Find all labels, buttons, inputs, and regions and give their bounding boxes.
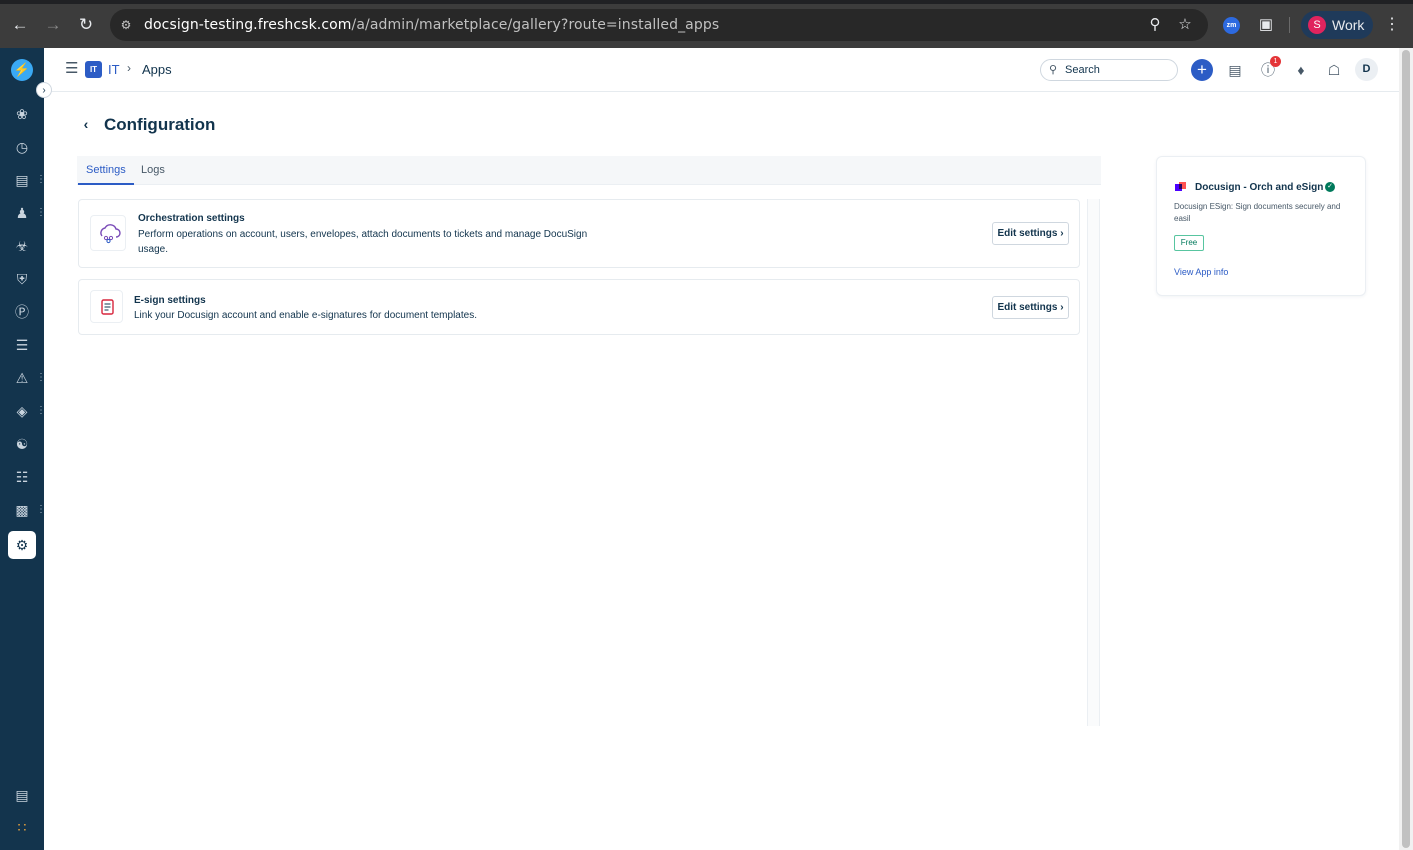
orchestration-cloud-icon — [90, 215, 126, 251]
edit-orchestration-settings-button[interactable]: Edit settings › — [992, 222, 1069, 245]
orchestration-settings-card: Orchestration settings Perform operation… — [78, 199, 1080, 268]
breadcrumb-chevron-icon: › — [127, 61, 131, 75]
site-info-icon[interactable]: ⚙ — [118, 17, 134, 33]
workspace-badge[interactable]: IT — [85, 61, 102, 78]
shield-icon[interactable]: ⛨ — [12, 269, 32, 289]
alerts-more-icon[interactable]: ⋮ — [36, 372, 46, 384]
breadcrumb-current: Apps — [142, 62, 172, 77]
docusign-logo-icon — [1175, 182, 1186, 191]
admin-settings-gear-icon[interactable]: ⚙ — [8, 531, 36, 559]
profile-button[interactable]: S Work — [1301, 11, 1373, 39]
announcements-icon[interactable]: ▤ — [1224, 59, 1246, 81]
view-app-info-link[interactable]: View App info — [1174, 267, 1228, 277]
search-input[interactable] — [1065, 62, 1173, 78]
browser-chrome: ← → ↻ ⚙ docsign-testing.freshcsk.com/a/a… — [0, 0, 1413, 48]
marketplace-store-icon[interactable]: ☖ — [1323, 59, 1345, 81]
browser-menu-icon[interactable]: ⋮ — [1384, 14, 1400, 36]
app-info-card: Docusign - Orch and eSign ✓ Docusign ESi… — [1156, 156, 1366, 296]
workspace-name-link[interactable]: IT — [108, 62, 120, 77]
bookmark-star-icon[interactable]: ☆ — [1176, 16, 1194, 34]
card-title: Orchestration settings — [138, 213, 245, 224]
layers-more-icon[interactable]: ⋮ — [36, 405, 46, 417]
card-description: Link your Docusign account and enable e-… — [134, 310, 477, 321]
ai-agents-icon[interactable]: ❀ — [12, 104, 32, 124]
verified-check-icon: ✓ — [1325, 182, 1335, 192]
back-arrow-icon[interactable]: ← — [9, 14, 31, 36]
user-avatar[interactable]: D — [1355, 58, 1378, 81]
bug-icon[interactable]: ☣ — [12, 236, 32, 256]
support-icon[interactable]: ☯ — [12, 434, 32, 454]
alert-triangle-icon[interactable]: ⚠ — [12, 368, 32, 388]
profile-avatar: S — [1308, 16, 1326, 34]
card-title: E-sign settings — [134, 295, 206, 306]
url-path: /a/admin/marketplace/gallery?route=insta… — [351, 17, 720, 33]
page-title: Configuration — [104, 115, 216, 134]
profile-label: Work — [1332, 17, 1365, 33]
content-scrollbar[interactable] — [1087, 199, 1100, 726]
freshservice-logo-icon[interactable]: ⚡ — [11, 59, 33, 81]
help-notification-badge: 1 — [1270, 56, 1281, 67]
expand-nav-chevron-icon[interactable]: › — [36, 82, 52, 98]
dashboard-icon[interactable]: ◷ — [12, 137, 32, 157]
zoom-icon[interactable]: ⚲ — [1146, 16, 1164, 34]
back-chevron-icon[interactable]: ‹ — [78, 116, 94, 132]
zoom-extension-icon[interactable]: zm — [1223, 17, 1240, 34]
tab-strip — [0, 0, 1413, 4]
page-scrollbar[interactable] — [1399, 48, 1413, 850]
app-name: Docusign - Orch and eSign — [1195, 182, 1324, 193]
page-scrollbar-thumb[interactable] — [1402, 50, 1410, 848]
forward-arrow-icon[interactable]: → — [42, 14, 64, 36]
contacts-more-icon[interactable]: ⋮ — [36, 207, 46, 219]
hamburger-menu-icon[interactable]: ☰ — [65, 61, 79, 77]
layers-icon[interactable]: ◈ — [12, 401, 32, 421]
url-host: docsign-testing.freshcsk.com — [144, 17, 352, 33]
new-item-plus-button[interactable]: + — [1191, 59, 1213, 81]
app-header: ☰ IT IT › Apps ⚲ + ▤ ⓘ 1 ♦ ☖ D — [44, 48, 1399, 92]
billing-icon[interactable]: Ⓟ — [12, 302, 32, 322]
reports-icon[interactable]: ▩ — [12, 500, 32, 520]
apps-grid-icon[interactable]: ∷ — [12, 817, 32, 837]
contacts-icon[interactable]: ♟ — [12, 203, 32, 223]
tickets-more-icon[interactable]: ⋮ — [36, 174, 46, 186]
reload-icon[interactable]: ↻ — [75, 14, 97, 36]
tab-logs[interactable]: Logs — [133, 156, 173, 185]
book-icon[interactable]: ☷ — [12, 467, 32, 487]
esign-settings-card: E-sign settings Link your Docusign accou… — [78, 279, 1080, 335]
price-badge: Free — [1174, 235, 1204, 251]
esign-document-icon — [90, 290, 123, 323]
extensions-puzzle-icon[interactable]: ▣ — [1256, 15, 1276, 35]
app-description: Docusign ESign: Sign documents securely … — [1174, 202, 1341, 223]
card-description: Perform operations on account, users, en… — [138, 229, 588, 255]
tab-settings[interactable]: Settings — [78, 156, 134, 185]
url-text[interactable]: docsign-testing.freshcsk.com/a/admin/mar… — [144, 17, 719, 33]
left-nav: ⚡ ❀ ◷ ▤ ⋮ ♟ ⋮ ☣ ⛨ Ⓟ ☰ ⚠ ⋮ ◈ ⋮ ☯ ☷ ▩ ⋮ ⚙ … — [0, 48, 46, 850]
catalog-icon[interactable]: ▤ — [12, 785, 32, 805]
address-bar[interactable]: ⚙ docsign-testing.freshcsk.com/a/admin/m… — [110, 9, 1208, 41]
reports-more-icon[interactable]: ⋮ — [36, 504, 46, 516]
search-icon: ⚲ — [1049, 64, 1058, 76]
toolbar-divider — [1289, 17, 1290, 33]
global-search[interactable]: ⚲ — [1040, 59, 1178, 81]
notifications-bell-icon[interactable]: ♦ — [1290, 59, 1312, 81]
tickets-icon[interactable]: ▤ — [12, 170, 32, 190]
edit-esign-settings-button[interactable]: Edit settings › — [992, 296, 1069, 319]
config-tabs: Settings Logs — [77, 156, 1101, 185]
tasks-list-icon[interactable]: ☰ — [12, 335, 32, 355]
